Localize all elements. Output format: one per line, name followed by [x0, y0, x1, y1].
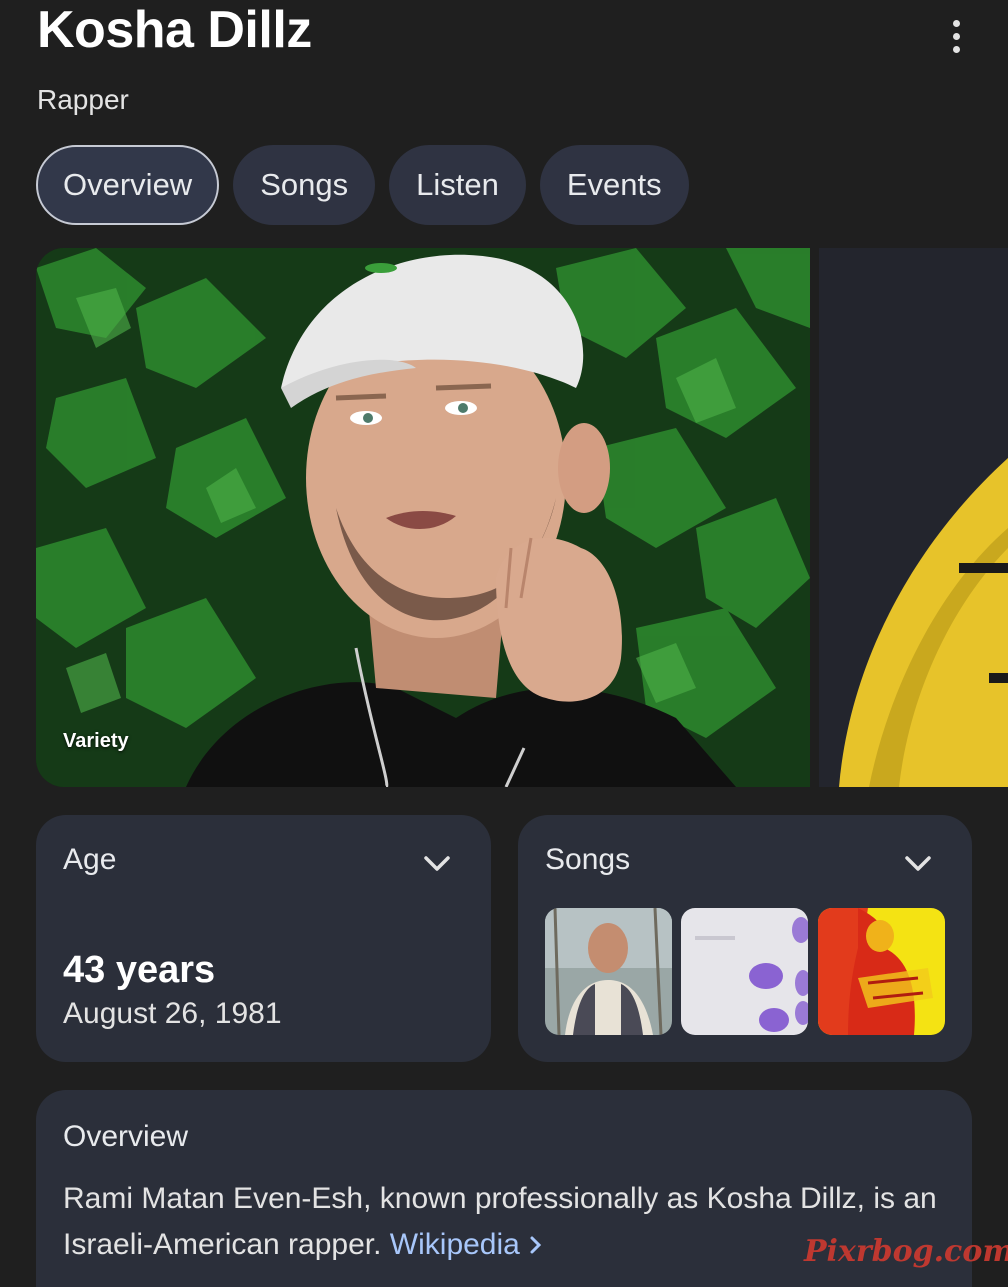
album-art-image — [818, 908, 945, 1035]
wikipedia-link-label: Wikipedia — [389, 1228, 520, 1261]
page-title: Kosha Dillz — [37, 1, 312, 59]
chevron-right-icon — [530, 1236, 542, 1254]
knowledge-panel: Kosha Dillz Rapper Overview Songs Listen… — [0, 0, 1008, 1287]
artist-photo-secondary[interactable] — [819, 248, 1008, 787]
tab-bar: Overview Songs Listen Events — [36, 145, 689, 225]
song-cover-3[interactable] — [818, 908, 945, 1035]
tab-listen[interactable]: Listen — [389, 145, 526, 225]
album-art-image — [681, 908, 808, 1035]
songs-card[interactable]: Songs — [518, 815, 972, 1062]
artist-photo-main[interactable] — [36, 248, 810, 787]
songs-card-title: Songs — [545, 843, 631, 876]
chevron-down-icon[interactable] — [422, 849, 452, 879]
more-vert-icon — [952, 19, 960, 27]
wikipedia-link[interactable]: Wikipedia — [390, 1228, 544, 1261]
more-options-button[interactable] — [936, 16, 976, 56]
album-art-image — [545, 908, 672, 1035]
age-card-title: Age — [63, 843, 117, 876]
overview-card-title: Overview — [63, 1120, 189, 1153]
photo-credit: Variety — [63, 730, 129, 752]
watermark: Pixrbog.com — [804, 1234, 1008, 1269]
song-cover-1[interactable] — [545, 908, 672, 1035]
artist-photo-secondary-image — [819, 248, 1008, 787]
age-value: 43 years — [63, 949, 216, 991]
artist-photo-image — [36, 248, 810, 787]
tab-overview[interactable]: Overview — [36, 145, 220, 225]
age-card[interactable]: Age 43 years August 26, 1981 — [36, 815, 491, 1062]
chevron-down-icon[interactable] — [903, 849, 933, 879]
tab-songs[interactable]: Songs — [233, 145, 376, 225]
song-cover-2[interactable] — [681, 908, 808, 1035]
tab-events[interactable]: Events — [539, 145, 689, 225]
page-subtitle: Rapper — [37, 84, 129, 115]
birth-date: August 26, 1981 — [63, 997, 282, 1030]
